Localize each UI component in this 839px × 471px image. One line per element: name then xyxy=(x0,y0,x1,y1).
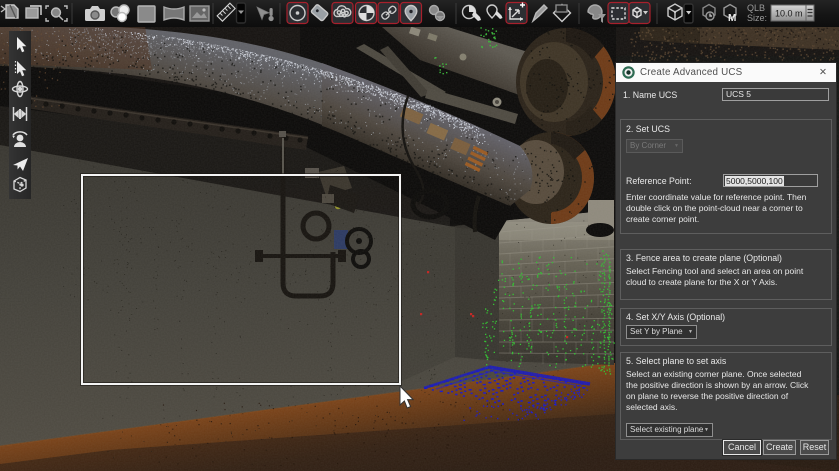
svg-text:Size:: Size: xyxy=(747,13,767,23)
svg-text:QLB: QLB xyxy=(747,3,765,13)
svg-text:M: M xyxy=(728,13,736,24)
svg-text:10.0 m: 10.0 m xyxy=(775,9,803,19)
